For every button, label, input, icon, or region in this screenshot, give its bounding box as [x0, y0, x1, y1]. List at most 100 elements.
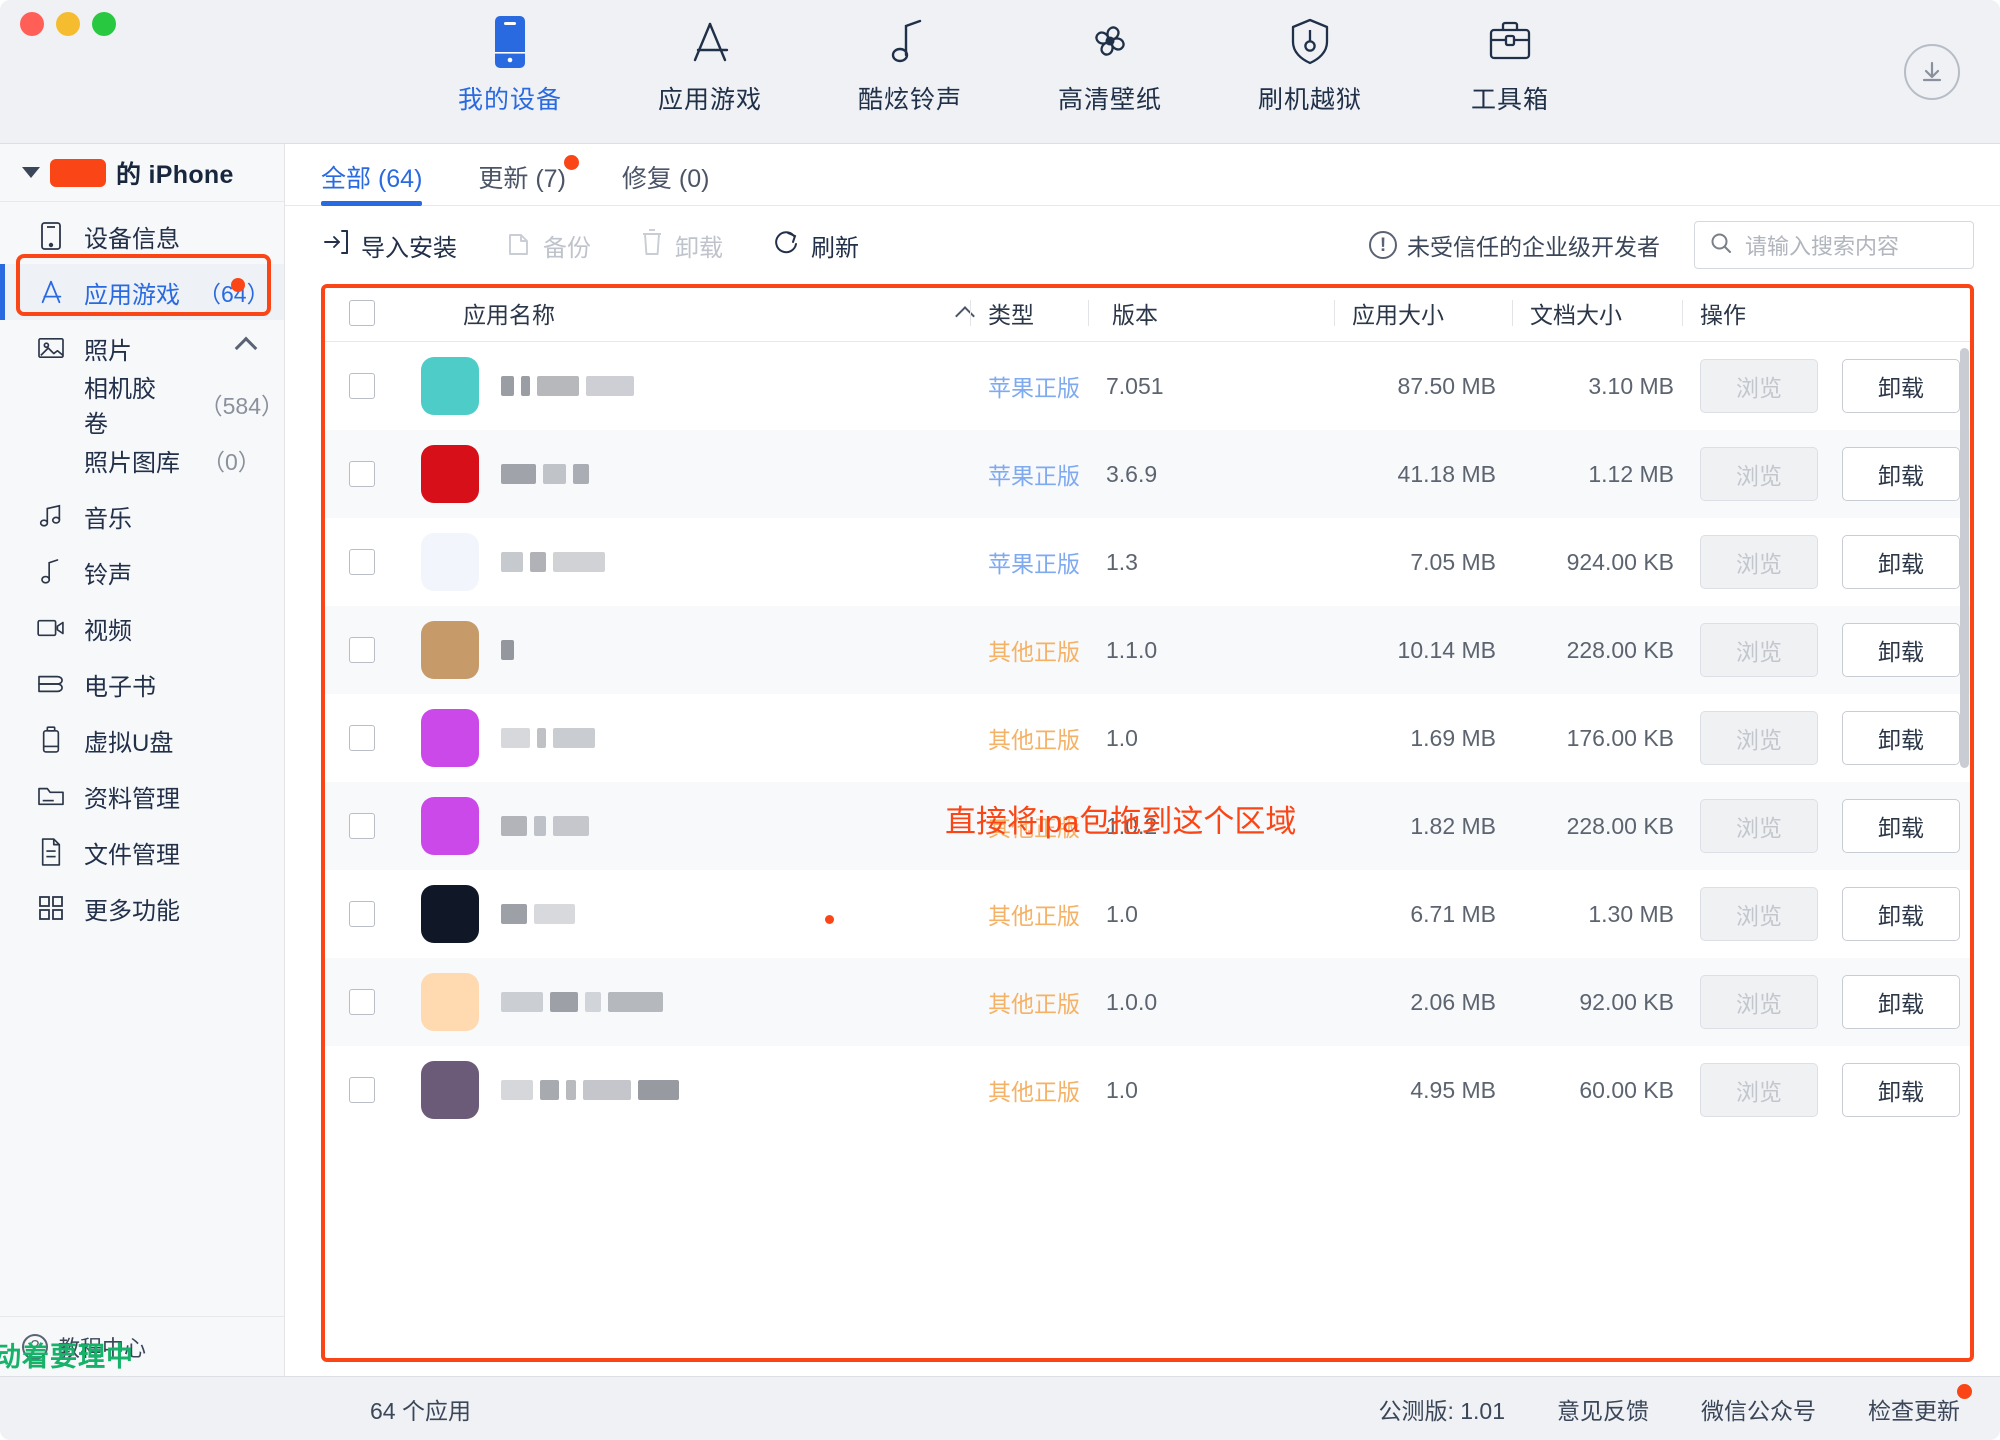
search-input[interactable]: 请输入搜索内容 [1745, 229, 1899, 261]
nav-item-ringtones[interactable]: 酷炫铃声 [840, 14, 980, 116]
row-checkbox[interactable] [321, 637, 403, 663]
backup-button[interactable]: 备份 [505, 227, 591, 264]
browse-button[interactable]: 浏览 [1700, 887, 1818, 941]
nav-item-jailbreak[interactable]: 刷机越狱 [1240, 14, 1380, 116]
uninstall-button[interactable]: 卸载 [639, 227, 723, 264]
sidebar-item-videos[interactable]: 视频 [0, 600, 284, 656]
trash-icon [639, 227, 665, 264]
close-button[interactable] [20, 12, 44, 36]
sidebar-item-ebooks[interactable]: 电子书 [0, 656, 284, 712]
table-row[interactable]: 苹果正版 1.3 7.05 MB 924.00 KB 浏览 卸载 [321, 518, 1974, 606]
table-row[interactable]: 其他正版 1.0.0 2.06 MB 92.00 KB 浏览 卸载 [321, 958, 1974, 1046]
sidebar-item-apps-games[interactable]: 应用游戏 （64） [0, 264, 284, 320]
browse-button[interactable]: 浏览 [1700, 535, 1818, 589]
browse-button[interactable]: 浏览 [1700, 1063, 1818, 1117]
app-icon [421, 445, 479, 503]
feedback-link[interactable]: 意见反馈 [1557, 1392, 1649, 1426]
uninstall-row-button[interactable]: 卸载 [1842, 799, 1960, 853]
app-icon [421, 1061, 479, 1119]
row-actions: 浏览 卸载 [1674, 887, 1974, 941]
app-size: 1.82 MB [1318, 813, 1496, 840]
browse-button[interactable]: 浏览 [1700, 799, 1818, 853]
sidebar-item-file-management[interactable]: 文件管理 [0, 824, 284, 880]
nav-item-apps-games[interactable]: 应用游戏 [640, 14, 780, 116]
row-checkbox[interactable] [321, 1077, 403, 1103]
tab-updates[interactable]: 更新 (7) [478, 159, 566, 205]
download-icon[interactable] [1904, 44, 1960, 100]
row-checkbox[interactable] [321, 461, 403, 487]
app-name-redacted [501, 464, 589, 484]
sidebar-item-camera-roll[interactable]: 相机胶卷 （584） [0, 376, 284, 432]
app-name-cell [403, 621, 942, 679]
sidebar-item-more-features[interactable]: 更多功能 [0, 880, 284, 936]
row-checkbox[interactable] [321, 989, 403, 1015]
table-row[interactable]: 其他正版 1.0 4.95 MB 60.00 KB 浏览 卸载 [321, 1046, 1974, 1134]
row-checkbox[interactable] [321, 725, 403, 751]
music-icon [36, 503, 66, 529]
tab-repair[interactable]: 修复 (0) [622, 159, 710, 205]
uninstall-row-button[interactable]: 卸载 [1842, 887, 1960, 941]
minimize-button[interactable] [56, 12, 80, 36]
uninstall-row-button[interactable]: 卸载 [1842, 623, 1960, 677]
table-row[interactable]: 其他正版 1.0 1.69 MB 176.00 KB 浏览 卸载 [321, 694, 1974, 782]
browse-button[interactable]: 浏览 [1700, 711, 1818, 765]
uninstall-row-button[interactable]: 卸载 [1842, 447, 1960, 501]
table-row[interactable]: 其他正版 1.1.0 10.14 MB 228.00 KB 浏览 卸载 [321, 606, 1974, 694]
refresh-button[interactable]: 刷新 [771, 227, 859, 264]
wechat-link[interactable]: 微信公众号 [1701, 1392, 1816, 1426]
nav-item-my-device[interactable]: 我的设备 [440, 14, 580, 116]
chevron-down-icon[interactable] [22, 167, 40, 178]
sidebar-item-photo-library[interactable]: 照片图库 （0） [0, 432, 284, 488]
select-all-checkbox[interactable] [321, 300, 403, 326]
sidebar-item-photos[interactable]: 照片 [0, 320, 284, 376]
sidebar-item-ringtones[interactable]: 铃声 [0, 544, 284, 600]
tab-all[interactable]: 全部 (64) [321, 159, 422, 205]
ringtone-icon [36, 558, 66, 586]
app-icon [421, 973, 479, 1031]
row-checkbox[interactable] [321, 373, 403, 399]
sidebar-item-virtual-usb[interactable]: 虚拟U盘 [0, 712, 284, 768]
app-version: 1.1.0 [1106, 637, 1318, 664]
uninstall-row-button[interactable]: 卸载 [1842, 1063, 1960, 1117]
nav-item-toolbox[interactable]: 工具箱 [1440, 14, 1580, 116]
app-name-cell [403, 885, 942, 943]
uninstall-row-button[interactable]: 卸载 [1842, 975, 1960, 1029]
sidebar-item-music[interactable]: 音乐 [0, 488, 284, 544]
sort-indicator[interactable] [942, 303, 988, 323]
column-header-app-size[interactable]: 应用大小 [1318, 296, 1496, 330]
table-row[interactable]: 其他正版 1.0 6.71 MB 1.30 MB 浏览 卸载 [321, 870, 1974, 958]
untrusted-developer-notice[interactable]: ! 未受信任的企业级开发者 [1369, 228, 1660, 262]
uninstall-row-button[interactable]: 卸载 [1842, 359, 1960, 413]
column-header-app-name[interactable]: 应用名称 [403, 296, 942, 330]
search-box[interactable]: 请输入搜索内容 [1694, 221, 1974, 269]
sidebar-item-label: 电子书 [84, 667, 156, 702]
column-header-doc-size[interactable]: 文档大小 [1496, 296, 1674, 330]
browse-button[interactable]: 浏览 [1700, 359, 1818, 413]
scrollbar-thumb[interactable] [1960, 348, 1969, 768]
table-scrollbar[interactable] [1960, 348, 1969, 1354]
sidebar-item-data-management[interactable]: 资料管理 [0, 768, 284, 824]
app-name-cell [403, 709, 942, 767]
browse-button[interactable]: 浏览 [1700, 447, 1818, 501]
row-checkbox[interactable] [321, 813, 403, 839]
tutorial-center-link[interactable]: ? 教程中心 动着要理中 [0, 1316, 284, 1376]
check-update-link[interactable]: 检查更新 [1868, 1392, 1960, 1426]
row-checkbox[interactable] [321, 549, 403, 575]
import-install-button[interactable]: 导入安装 [321, 227, 457, 264]
column-header-version[interactable]: 版本 [1106, 296, 1318, 330]
table-row[interactable]: 苹果正版 7.051 87.50 MB 3.10 MB 浏览 卸载 [321, 342, 1974, 430]
app-type: 其他正版 [988, 721, 1106, 755]
browse-button[interactable]: 浏览 [1700, 623, 1818, 677]
uninstall-row-button[interactable]: 卸载 [1842, 535, 1960, 589]
zoom-button[interactable] [92, 12, 116, 36]
device-header[interactable]: 的 iPhone [0, 144, 284, 202]
chevron-up-icon[interactable] [235, 337, 258, 360]
table-row[interactable]: 苹果正版 3.6.9 41.18 MB 1.12 MB 浏览 卸载 [321, 430, 1974, 518]
app-version: 1.0 [1106, 725, 1318, 752]
browse-button[interactable]: 浏览 [1700, 975, 1818, 1029]
button-label: 备份 [543, 228, 591, 263]
row-checkbox[interactable] [321, 901, 403, 927]
uninstall-row-button[interactable]: 卸载 [1842, 711, 1960, 765]
nav-item-wallpapers[interactable]: 高清壁纸 [1040, 14, 1180, 116]
sidebar-item-device-info[interactable]: 设备信息 [0, 208, 284, 264]
